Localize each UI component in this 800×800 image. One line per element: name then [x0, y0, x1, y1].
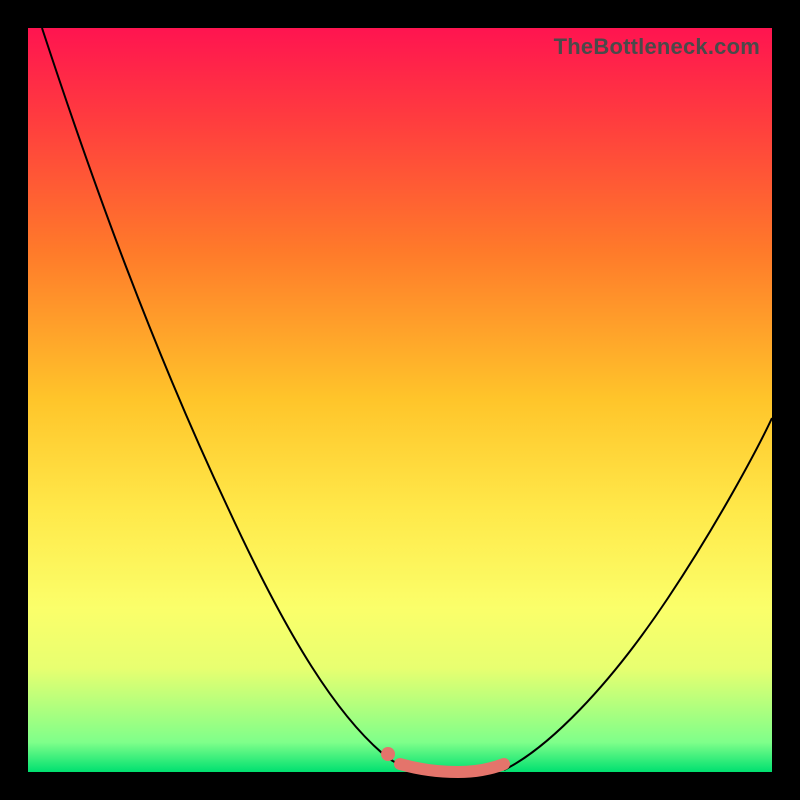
right-curve — [504, 418, 772, 770]
marker-dot — [381, 747, 395, 761]
left-curve — [42, 28, 416, 770]
chart-svg — [28, 28, 772, 772]
chart-area: TheBottleneck.com — [28, 28, 772, 772]
optimal-band — [400, 764, 504, 772]
